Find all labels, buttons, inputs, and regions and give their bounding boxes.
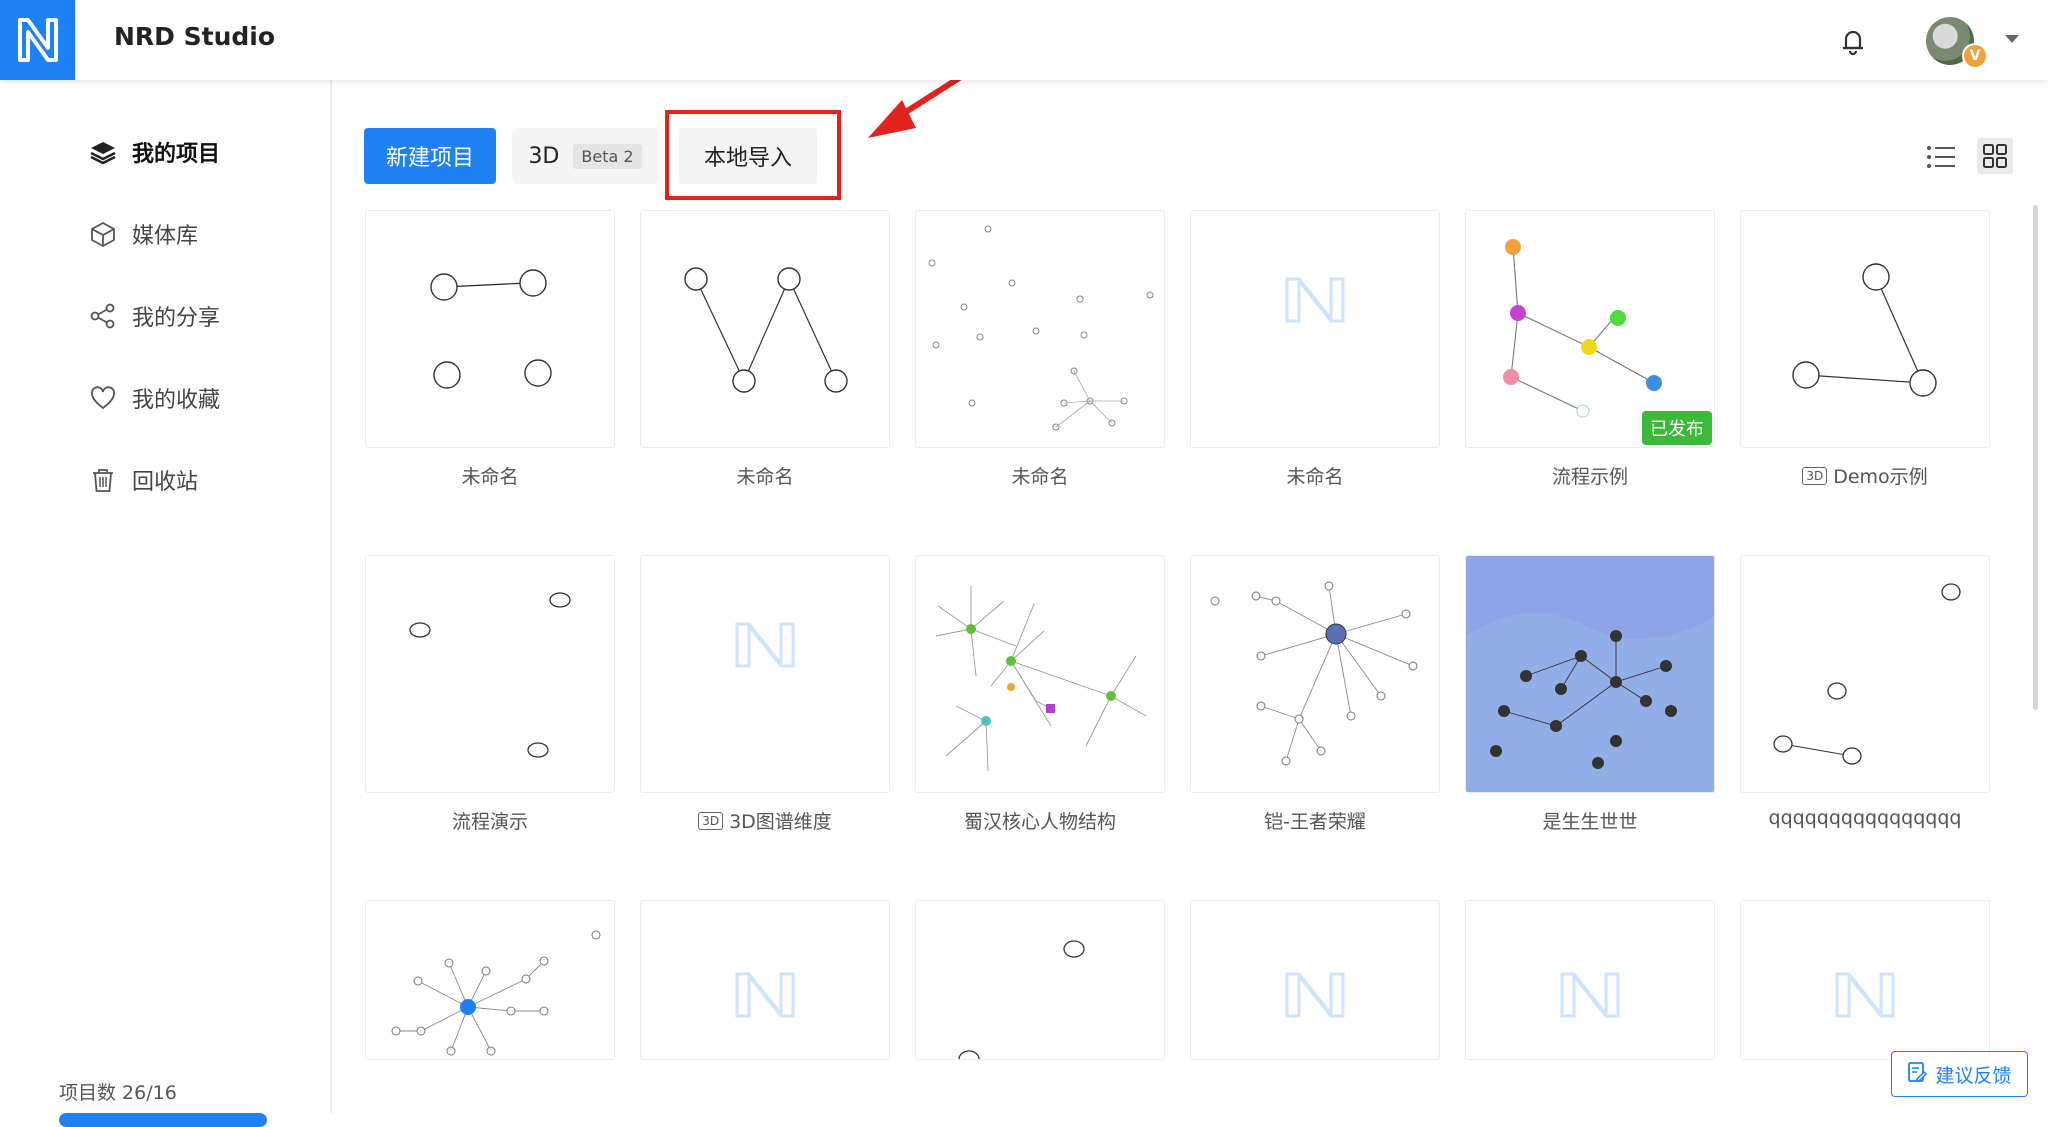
project-thumbnail[interactable] <box>1465 900 1715 1060</box>
project-title: 3D图谱维度 <box>729 811 832 833</box>
sidebar-item-label: 我的项目 <box>132 142 221 167</box>
grid-view-icon[interactable] <box>1977 138 2013 174</box>
three-d-tag: 3D <box>1802 466 1828 485</box>
project-card[interactable]: 未命名 <box>640 210 890 489</box>
project-thumbnail[interactable] <box>640 900 890 1060</box>
placeholder-logo-icon <box>1560 971 1620 1019</box>
project-thumbnail[interactable] <box>915 555 1165 793</box>
project-card[interactable]: 未命名 <box>1190 210 1440 489</box>
project-card[interactable]: qqqqqqqqqqqqqqqq <box>1740 555 1990 829</box>
project-card[interactable]: 已发布 流程示例 <box>1465 210 1715 489</box>
project-thumbnail[interactable] <box>640 555 890 793</box>
project-title: 未命名 <box>736 466 794 488</box>
edit-note-icon <box>1907 1061 1928 1088</box>
sidebar-item-label: 我的收藏 <box>132 388 221 413</box>
sidebar-item-my-favorites[interactable]: 我的收藏 <box>88 378 220 418</box>
project-card[interactable]: 蜀汉核心人物结构 <box>915 555 1165 834</box>
project-card[interactable] <box>1465 900 1715 1060</box>
sidebar-item-label: 回收站 <box>132 470 199 495</box>
sidebar-item-media-library[interactable]: 媒体库 <box>88 214 198 254</box>
project-card[interactable]: 3D 3D图谱维度 <box>640 555 890 834</box>
project-thumbnail[interactable] <box>365 210 615 448</box>
content-scrollbar[interactable] <box>2033 205 2038 710</box>
project-thumbnail[interactable] <box>1465 555 1715 793</box>
project-card[interactable] <box>1190 900 1440 1060</box>
sidebar: 我的项目 媒体库 我的分享 我的收藏 回收站 项目数 26/16 <box>0 80 332 1127</box>
project-title: 未命名 <box>1286 466 1344 488</box>
beta-badge: Beta 2 <box>573 143 642 169</box>
project-card[interactable]: 是生生世世 <box>1465 555 1715 834</box>
sidebar-item-label: 媒体库 <box>132 224 199 249</box>
project-title: 未命名 <box>461 466 519 488</box>
app-logo[interactable] <box>0 0 75 80</box>
project-title-row: 3D Demo示例 <box>1740 462 1990 489</box>
project-card[interactable]: 铠-王者荣耀 <box>1190 555 1440 834</box>
three-d-label: 3D <box>528 143 560 169</box>
project-thumbnail[interactable] <box>1190 210 1440 448</box>
list-view-icon[interactable] <box>1925 142 1957 172</box>
project-title: 蜀汉核心人物结构 <box>963 811 1116 833</box>
sidebar-item-my-shares[interactable]: 我的分享 <box>88 296 220 336</box>
notification-bell-icon[interactable] <box>1838 26 1868 56</box>
feedback-button[interactable]: 建议反馈 <box>1891 1051 2028 1097</box>
sidebar-item-my-projects[interactable]: 我的项目 <box>88 132 220 172</box>
layers-icon <box>88 137 118 167</box>
project-title: Demo示例 <box>1833 466 1928 488</box>
project-thumbnail[interactable] <box>1740 555 1990 793</box>
feedback-label: 建议反馈 <box>1935 1064 2012 1087</box>
sidebar-item-recycle-bin[interactable]: 回收站 <box>88 460 198 500</box>
published-badge: 已发布 <box>1642 411 1712 445</box>
project-title: 铠-王者荣耀 <box>1264 811 1366 833</box>
project-card[interactable]: 未命名 <box>915 210 1165 489</box>
project-title: 未命名 <box>1011 466 1069 488</box>
three-d-button[interactable]: 3D Beta 2 <box>512 128 658 184</box>
project-thumbnail[interactable] <box>915 900 1165 1060</box>
project-title: 流程演示 <box>451 811 528 833</box>
placeholder-logo-icon <box>1285 971 1345 1019</box>
project-title: qqqqqqqqqqqqqqqq <box>1768 807 1962 829</box>
project-thumbnail[interactable] <box>1740 210 1990 448</box>
project-card[interactable] <box>915 900 1165 1060</box>
three-d-tag: 3D <box>698 811 724 830</box>
app-title: NRD Studio <box>114 22 276 51</box>
share-icon <box>88 301 118 331</box>
cube-icon <box>88 219 118 249</box>
top-header: NRD Studio V <box>0 0 2048 80</box>
project-card[interactable] <box>365 900 615 1060</box>
project-thumbnail[interactable] <box>915 210 1165 448</box>
project-quota-progress-fill <box>59 1113 267 1127</box>
new-project-button[interactable]: 新建项目 <box>364 128 496 184</box>
project-thumbnail[interactable] <box>1190 900 1440 1060</box>
vip-badge: V <box>1962 43 1988 69</box>
trash-icon <box>88 465 118 495</box>
project-card[interactable]: 未命名 <box>365 210 615 489</box>
project-thumbnail[interactable] <box>1190 555 1440 793</box>
project-card[interactable] <box>640 900 890 1060</box>
project-card[interactable] <box>1740 900 1990 1060</box>
project-thumbnail[interactable] <box>640 210 890 448</box>
placeholder-logo-icon <box>735 621 795 669</box>
project-thumbnail[interactable] <box>1740 900 1990 1060</box>
project-thumbnail[interactable] <box>365 555 615 793</box>
project-quota-progress <box>59 1113 267 1127</box>
sidebar-item-label: 我的分享 <box>132 306 221 331</box>
annotation-highlight-box <box>665 110 841 200</box>
project-title-row: 3D 3D图谱维度 <box>640 807 890 834</box>
project-title: 流程示例 <box>1551 466 1628 488</box>
project-card[interactable]: 流程演示 <box>365 555 615 834</box>
project-quota-label: 项目数 26/16 <box>59 1082 177 1104</box>
account-dropdown-caret-icon[interactable] <box>2005 35 2019 43</box>
heart-icon <box>88 383 118 413</box>
project-thumbnail[interactable]: 已发布 <box>1465 210 1715 448</box>
project-title: 是生生世世 <box>1542 811 1638 833</box>
project-thumbnail[interactable] <box>365 900 615 1060</box>
placeholder-logo-icon <box>735 971 795 1019</box>
project-card[interactable]: 3D Demo示例 <box>1740 210 1990 489</box>
placeholder-logo-icon <box>1835 971 1895 1019</box>
placeholder-logo-icon <box>1285 276 1345 324</box>
logo-n-icon <box>17 18 58 62</box>
